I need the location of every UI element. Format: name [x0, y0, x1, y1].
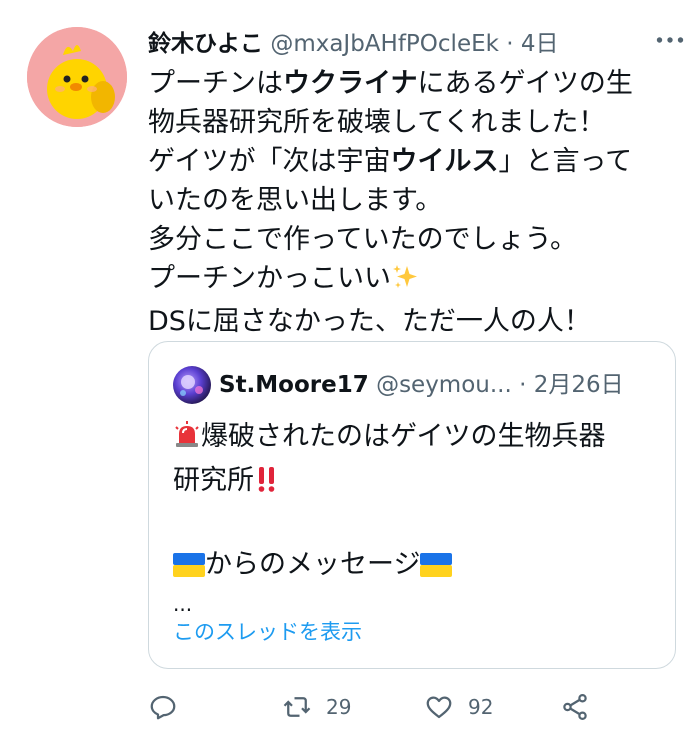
sparkles-icon — [391, 263, 419, 302]
tweet-actions: 29 92 — [148, 685, 688, 729]
quoted-tweet-header: St.Moore17 @seymou... · 2月26日 — [219, 366, 659, 404]
text-segment: ゲイツが「次は宇宙 — [148, 146, 391, 177]
separator-dot: · — [519, 372, 527, 398]
bold-text-segment: ウイルス — [390, 146, 499, 177]
share-icon — [563, 694, 587, 720]
tweet-timestamp[interactable]: 4日 — [521, 31, 559, 57]
tweet[interactable]: 鈴木ひよこ @mxaJbAHfPOcleEk · 4日 プーチンはウクライナにあ… — [0, 0, 698, 741]
text-segment: 爆破されたのはゲイツの生物兵器 — [201, 421, 606, 452]
text-segment: 」と言って — [498, 146, 633, 177]
retweet-button[interactable]: 29 — [282, 685, 351, 729]
quoted-line: 研究所 — [173, 461, 653, 505]
text-segment: からのメッセージ — [205, 549, 421, 580]
tweet-line: 多分ここで作っていたのでしょう。 — [148, 224, 578, 255]
separator-dot: · — [506, 31, 514, 57]
text-segment: にあるゲイツの生 — [417, 68, 633, 99]
heart-icon — [426, 696, 452, 719]
rotating-light-icon — [173, 421, 201, 461]
show-thread-link[interactable]: このスレッドを表示 — [173, 616, 362, 646]
more-icon — [656, 37, 684, 43]
reply-button[interactable] — [148, 685, 178, 729]
double-exclamation-icon — [254, 465, 280, 505]
quoted-line: 爆破されたのはゲイツの生物兵器 — [173, 417, 653, 461]
tweet-line: ゲイツが「次は宇宙ウイルス」と言って — [148, 142, 678, 181]
text-segment: プーチンかっこいい — [148, 263, 391, 294]
quoted-author-handle[interactable]: @seymou... — [376, 372, 512, 398]
author-handle[interactable]: @mxaJbAHfPOcleEk — [270, 31, 499, 57]
chick-avatar-image — [27, 27, 127, 127]
tweet-line: いたのを思い出します。 — [148, 185, 443, 216]
tweet-text: プーチンはウクライナにあるゲイツの生 物兵器研究所を破壊してくれました！ ゲイツ… — [148, 64, 678, 341]
ellipsis: ... — [173, 592, 193, 616]
share-button[interactable] — [560, 685, 590, 729]
ukraine-flag-icon — [173, 549, 205, 589]
bold-text-segment: ウクライナ — [283, 68, 418, 99]
author-avatar[interactable] — [27, 27, 127, 127]
text-segment: 研究所 — [173, 465, 254, 496]
more-options-button[interactable] — [652, 22, 688, 58]
retweet-icon — [283, 697, 311, 717]
like-button[interactable]: 92 — [424, 685, 493, 729]
quoted-author-avatar[interactable] — [173, 366, 211, 404]
quoted-tweet[interactable]: St.Moore17 @seymou... · 2月26日 爆破されたのはゲイツ… — [148, 341, 676, 669]
quoted-tweet-text: 爆破されたのはゲイツの生物兵器 研究所 からのメッセージ ... — [173, 417, 653, 619]
retweet-count: 29 — [326, 695, 352, 719]
reply-icon — [150, 695, 176, 720]
quoted-line: からのメッセージ — [173, 545, 653, 589]
like-count: 92 — [468, 695, 494, 719]
galaxy-avatar-image — [180, 375, 203, 396]
author-name[interactable]: 鈴木ひよこ — [148, 31, 263, 57]
quoted-author-name[interactable]: St.Moore17 — [219, 372, 369, 398]
tweet-line: 物兵器研究所を破壊してくれました！ — [148, 107, 606, 138]
tweet-line: プーチンはウクライナにあるゲイツの生 — [148, 64, 678, 103]
ukraine-flag-icon — [420, 549, 453, 589]
tweet-header: 鈴木ひよこ @mxaJbAHfPOcleEk · 4日 — [148, 24, 688, 60]
text-segment: プーチンは — [148, 68, 283, 99]
tweet-line: プーチンかっこいい — [148, 259, 678, 302]
quoted-tweet-timestamp[interactable]: 2月26日 — [534, 372, 624, 398]
tweet-line: DSに屈さなかった、ただ一人の人！ — [148, 306, 591, 337]
